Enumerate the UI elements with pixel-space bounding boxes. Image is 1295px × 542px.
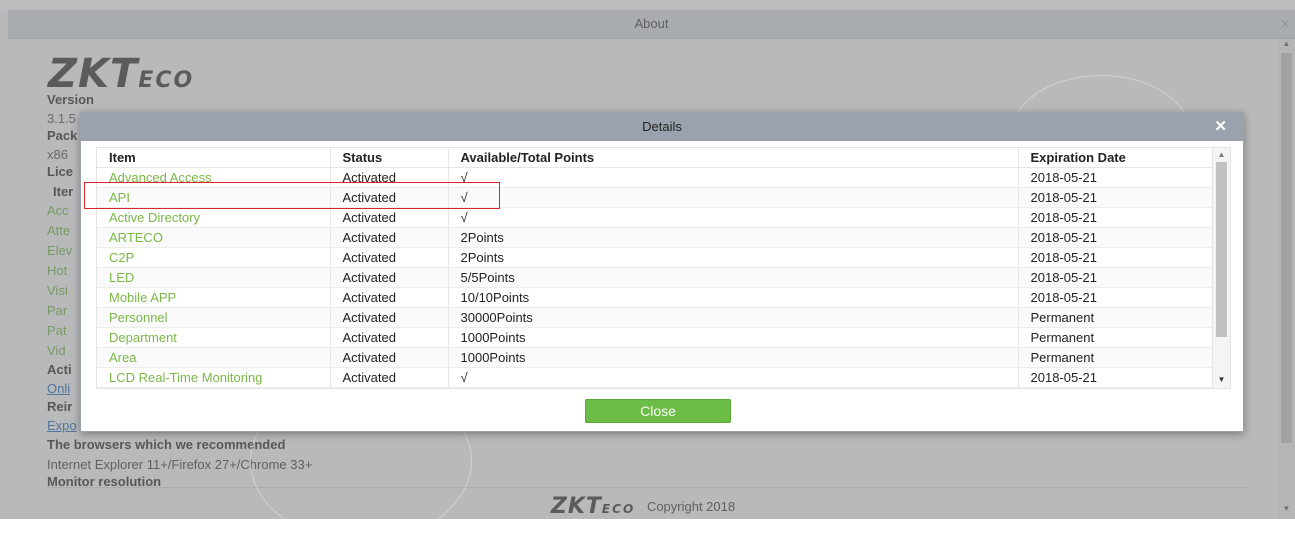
cell-points: 10/10Points <box>448 287 1019 308</box>
table-row[interactable]: Personnel Activated 30000Points Permanent <box>97 307 1213 328</box>
cell-status: Activated <box>330 247 449 268</box>
cell-points: 1000Points <box>448 327 1019 348</box>
details-title-bar: Details ✕ <box>81 113 1243 141</box>
cell-points: √ <box>448 367 1019 388</box>
cell-points: 30000Points <box>448 307 1019 328</box>
cell-expiration: Permanent <box>1018 347 1213 368</box>
cell-item: LCD Real-Time Monitoring <box>97 367 331 388</box>
grid-scrollbar[interactable]: ▲ ▼ <box>1212 148 1230 388</box>
table-row[interactable]: Mobile APP Activated 10/10Points 2018-05-21 <box>97 287 1213 308</box>
cell-status: Activated <box>330 287 449 308</box>
column-header-item[interactable]: Item <box>97 148 331 168</box>
cell-expiration: Permanent <box>1018 307 1213 328</box>
cell-expiration: 2018-05-21 <box>1018 167 1213 188</box>
table-row[interactable]: LCD Real-Time Monitoring Activated √ 2018-0… <box>97 367 1213 388</box>
table-row[interactable]: ARTECO Activated 2Points 2018-05-21 <box>97 227 1213 248</box>
cell-status: Activated <box>330 307 449 328</box>
cell-status: Activated <box>330 347 449 368</box>
cell-status: Activated <box>330 207 449 228</box>
details-title: Details <box>642 119 682 134</box>
cell-expiration: 2018-05-21 <box>1018 287 1213 308</box>
cell-item: Active Directory <box>97 207 331 228</box>
cell-expiration: 2018-05-21 <box>1018 247 1213 268</box>
column-header-expiration[interactable]: Expiration Date <box>1018 148 1213 168</box>
cell-expiration: Permanent <box>1018 327 1213 348</box>
table-row[interactable]: Area Activated 1000Points Permanent <box>97 347 1213 368</box>
table-row[interactable]: Active Directory Activated √ 2018-05-21 <box>97 207 1213 228</box>
close-button[interactable]: Close <box>585 399 731 423</box>
cell-status: Activated <box>330 227 449 248</box>
cell-points: 1000Points <box>448 347 1019 368</box>
cell-expiration: 2018-05-21 <box>1018 207 1213 228</box>
cell-item: Personnel <box>97 307 331 328</box>
details-dialog: Details ✕ Item Status Available/Total Po… <box>80 112 1244 432</box>
cell-expiration: 2018-05-21 <box>1018 187 1213 208</box>
cell-item: Mobile APP <box>97 287 331 308</box>
grid-scroll-up-icon[interactable]: ▲ <box>1213 150 1230 159</box>
cell-item: Area <box>97 347 331 368</box>
cell-points: √ <box>448 187 1019 208</box>
cell-status: Activated <box>330 267 449 288</box>
cell-points: √ <box>448 167 1019 188</box>
table-row[interactable]: Department Activated 1000Points Permanent <box>97 327 1213 348</box>
cell-expiration: 2018-05-21 <box>1018 367 1213 388</box>
cell-points: 5/5Points <box>448 267 1019 288</box>
cell-item: C2P <box>97 247 331 268</box>
column-header-status[interactable]: Status <box>330 148 449 168</box>
cell-points: √ <box>448 207 1019 228</box>
cell-status: Activated <box>330 367 449 388</box>
cell-points: 2Points <box>448 227 1019 248</box>
cell-points: 2Points <box>448 247 1019 268</box>
cell-item: Department <box>97 327 331 348</box>
cell-item: ARTECO <box>97 227 331 248</box>
cell-expiration: 2018-05-21 <box>1018 267 1213 288</box>
table-row[interactable]: C2P Activated 2Points 2018-05-21 <box>97 247 1213 268</box>
close-icon[interactable]: ✕ <box>1214 113 1227 141</box>
cell-status: Activated <box>330 327 449 348</box>
table-header-row: Item Status Available/Total Points Expir… <box>97 148 1213 168</box>
grid-scroll-down-icon[interactable]: ▼ <box>1213 375 1230 384</box>
grid-scrollbar-thumb[interactable] <box>1216 162 1227 337</box>
highlight-box <box>84 182 500 209</box>
table-row[interactable]: LED Activated 5/5Points 2018-05-21 <box>97 267 1213 288</box>
column-header-points[interactable]: Available/Total Points <box>448 148 1019 168</box>
cell-item: LED <box>97 267 331 288</box>
cell-expiration: 2018-05-21 <box>1018 227 1213 248</box>
